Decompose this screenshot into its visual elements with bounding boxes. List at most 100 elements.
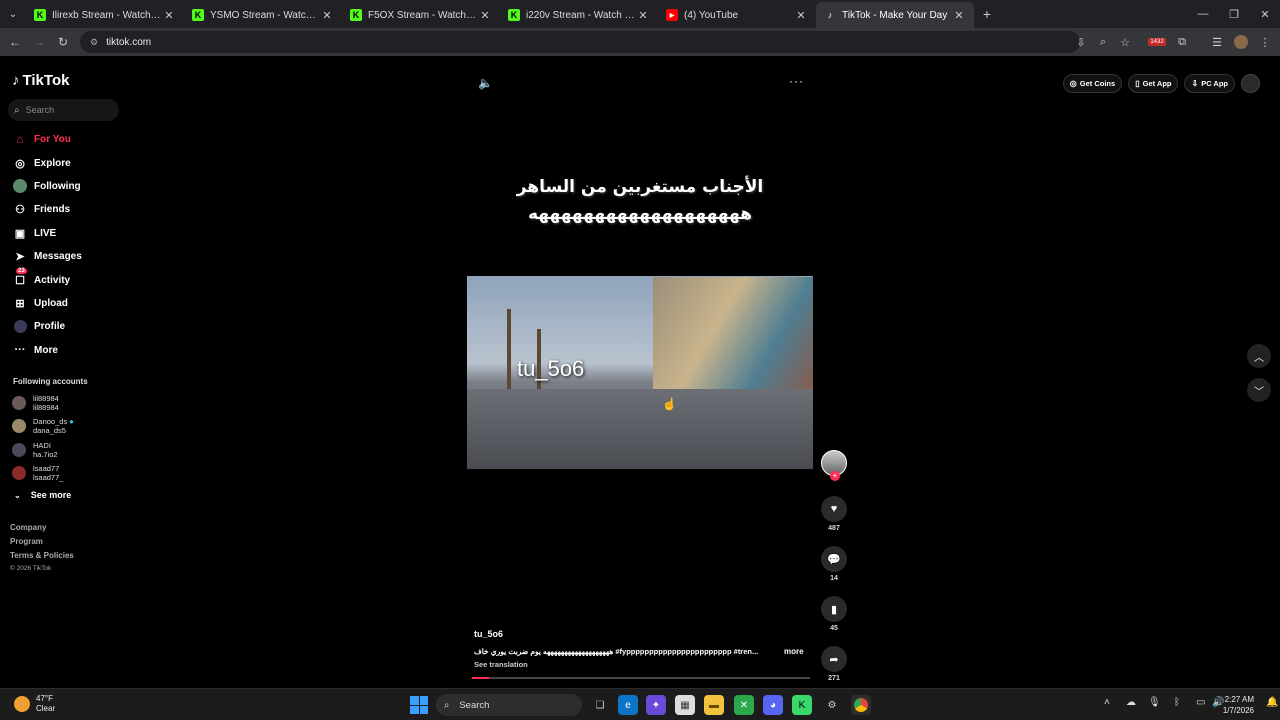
tray-chevron-up-icon[interactable]: ˄ xyxy=(1104,697,1110,708)
browser-menu-icon[interactable]: ⋮ xyxy=(1254,28,1276,56)
edge-icon[interactable]: e xyxy=(618,695,638,715)
minimize-button[interactable]: — xyxy=(1188,0,1218,28)
follow-plus-icon[interactable]: + xyxy=(830,471,840,481)
get-app-button[interactable]: ▯ Get App xyxy=(1128,74,1179,93)
file-explorer-icon[interactable]: ▬ xyxy=(704,695,724,715)
footer-link-terms[interactable]: Terms & Policies xyxy=(10,551,74,565)
extension-badge-icon[interactable]: 1432 xyxy=(1146,28,1168,56)
sidebar-item-more[interactable]: ··· More xyxy=(12,339,82,362)
tab-ilirexb[interactable]: K Ilirexb Stream - Watch Live on K ✕ xyxy=(26,2,184,28)
start-button[interactable] xyxy=(410,696,428,714)
list-item[interactable]: HADI ha.7io2 xyxy=(12,438,74,462)
back-icon[interactable]: ← xyxy=(3,30,27,54)
window-close-button[interactable]: ✕ xyxy=(1250,0,1280,28)
tab-f5ox[interactable]: K F5OX Stream - Watch Live on K ✕ xyxy=(342,2,500,28)
account-handle: ha.7io2 xyxy=(33,449,58,459)
sidebar-item-upload[interactable]: ⊞ Upload xyxy=(12,292,82,315)
video-author[interactable]: tu_5o6 xyxy=(474,629,503,639)
comment-button[interactable]: 💬 xyxy=(821,546,847,572)
sidebar-item-for-you[interactable]: ⌂ For You xyxy=(12,128,82,151)
list-item[interactable]: Danoo_ds ● dana_ds5 xyxy=(12,415,74,439)
store-icon[interactable]: ▦ xyxy=(675,695,695,715)
microphone-icon[interactable]: 🎙 xyxy=(1148,697,1161,708)
bookmark-star-icon[interactable]: ☆ xyxy=(1114,28,1136,56)
pc-app-label: PC App xyxy=(1201,79,1228,88)
list-item[interactable]: lsaad77 lsaad77_ xyxy=(12,462,74,486)
close-icon[interactable]: ✕ xyxy=(320,9,334,22)
tab-search-icon[interactable]: ⌄ xyxy=(0,0,26,28)
previous-video-button[interactable]: ︿ xyxy=(1247,344,1271,368)
chrome-icon[interactable] xyxy=(851,695,871,715)
forward-icon[interactable]: → xyxy=(27,30,51,54)
tiktok-logo[interactable]: ♪ TikTok xyxy=(12,72,69,89)
settings-gear-icon[interactable]: ⚙ xyxy=(822,695,842,715)
more-options-icon[interactable]: ··· xyxy=(789,74,804,88)
tab-i220v[interactable]: K i220v Stream - Watch Live on K ✕ xyxy=(500,2,658,28)
close-icon[interactable]: ✕ xyxy=(162,9,176,22)
kick-icon: K xyxy=(34,9,46,21)
sidebar-item-live[interactable]: ▣ LIVE xyxy=(12,222,82,245)
kick-app-icon[interactable]: K xyxy=(792,695,812,715)
url-bar[interactable]: ⚙ tiktok.com xyxy=(80,31,1080,53)
zoom-icon[interactable]: ⌕ xyxy=(1092,28,1114,56)
sidebar-item-messages[interactable]: ➤ Messages xyxy=(12,245,81,268)
tab-tiktok[interactable]: ♪ TikTok - Make Your Day ✕ xyxy=(816,2,974,28)
search-input[interactable]: ⌕ Search xyxy=(8,99,119,121)
volume-icon[interactable]: 🔈 xyxy=(478,76,493,90)
maximize-button[interactable]: ❐ xyxy=(1219,0,1249,28)
tab-ysmo[interactable]: K YSMO Stream - Watch Live on K ✕ xyxy=(184,2,342,28)
footer-link-program[interactable]: Program xyxy=(10,537,74,551)
side-panel-icon[interactable]: ☰ xyxy=(1206,28,1228,56)
close-icon[interactable]: ✕ xyxy=(478,9,492,22)
sidebar-item-friends[interactable]: ⚇ Friends xyxy=(12,198,82,221)
activity-badge: 23 xyxy=(16,268,27,275)
close-icon[interactable]: ✕ xyxy=(636,9,650,22)
save-button[interactable]: ▮ xyxy=(821,596,847,622)
video-progress-bar[interactable] xyxy=(472,677,810,679)
extensions-puzzle-icon[interactable]: ⧉ xyxy=(1171,28,1193,56)
footer-link-company[interactable]: Company xyxy=(10,523,74,537)
network-icon[interactable]: ▭ xyxy=(1196,697,1205,708)
chevron-down-icon: ﹀ xyxy=(1254,386,1264,398)
profile-avatar-icon[interactable] xyxy=(1230,28,1252,56)
install-app-icon[interactable]: ⇩ xyxy=(1070,28,1092,56)
weather-widget[interactable]: 47°F Clear xyxy=(14,694,55,714)
new-tab-button[interactable]: + xyxy=(974,6,1000,22)
notification-bell-icon[interactable]: 🔔 xyxy=(1266,697,1278,708)
like-button[interactable]: ♥ xyxy=(821,496,847,522)
progress-fill xyxy=(472,677,489,679)
sidebar-item-following[interactable]: Following xyxy=(12,175,82,198)
sidebar-item-profile[interactable]: Profile xyxy=(12,315,82,338)
task-view-icon[interactable]: ❑ xyxy=(590,695,610,715)
comment-icon: 💬 xyxy=(827,553,841,566)
taskbar-search[interactable]: ⌕ Search xyxy=(436,694,582,716)
next-video-button[interactable]: ﹀ xyxy=(1247,378,1271,402)
pc-app-button[interactable]: ⇩ PC App xyxy=(1184,74,1235,93)
video-player[interactable]: tu_5o6 xyxy=(467,276,813,469)
user-avatar[interactable] xyxy=(1241,74,1260,93)
tab-youtube[interactable]: ▶ (4) YouTube ✕ xyxy=(658,2,816,28)
description-more-link[interactable]: more xyxy=(784,647,804,656)
creator-avatar[interactable]: + xyxy=(821,450,847,481)
avatar xyxy=(12,442,26,457)
see-translation-link[interactable]: See translation xyxy=(474,660,528,669)
close-icon[interactable]: ✕ xyxy=(794,9,808,22)
account-handle: lil88984 xyxy=(33,402,59,412)
see-more-button[interactable]: ⌄ See more xyxy=(14,490,71,500)
account-name: Danoo_ds xyxy=(33,417,68,427)
reload-icon[interactable]: ↻ xyxy=(51,30,75,54)
clock[interactable]: 2:27 AM 1/7/2026 xyxy=(1223,694,1254,716)
xbox-icon[interactable]: ✕ xyxy=(734,695,754,715)
tab-title: F5OX Stream - Watch Live on K xyxy=(368,9,478,21)
site-info-icon[interactable]: ⚙ xyxy=(90,37,98,48)
onedrive-icon[interactable]: ☁ xyxy=(1126,697,1136,708)
close-icon[interactable]: ✕ xyxy=(952,9,966,22)
discord-icon[interactable]: ◕ xyxy=(763,695,783,715)
list-item[interactable]: lil88984 lil88984 xyxy=(12,391,74,415)
copilot-icon[interactable]: ✦ xyxy=(646,695,666,715)
sidebar-item-activity[interactable]: ☐ 23 Activity xyxy=(12,268,82,291)
bluetooth-icon[interactable]: ᛒ xyxy=(1174,697,1180,708)
sidebar-item-explore[interactable]: ◎ Explore xyxy=(12,151,82,174)
share-button[interactable]: ➦ xyxy=(821,646,847,672)
get-coins-button[interactable]: ◎ Get Coins xyxy=(1062,74,1123,93)
